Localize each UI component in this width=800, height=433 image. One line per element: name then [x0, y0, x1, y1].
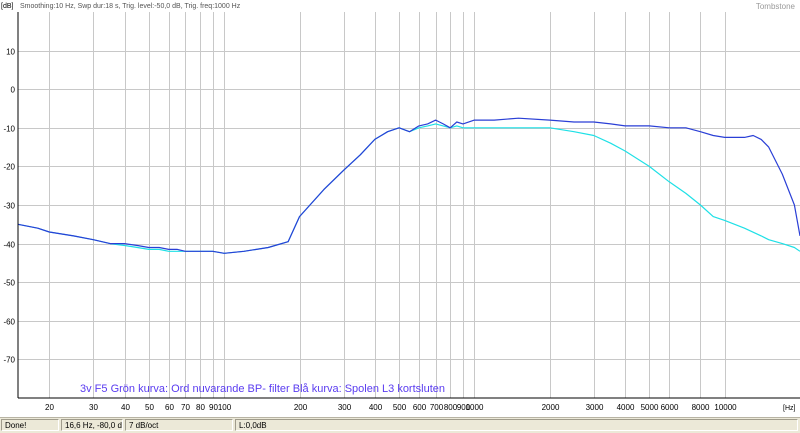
- y-tick-label: -10: [3, 125, 15, 134]
- x-tick-label: 6000: [661, 403, 679, 412]
- status-cursor: 16,6 Hz, -80,0 dB: [61, 419, 123, 431]
- x-tick-label: 8000: [692, 403, 710, 412]
- x-tick-label: 2000: [542, 403, 560, 412]
- x-tick-label: 1000: [466, 403, 484, 412]
- x-tick-label: 40: [121, 403, 130, 412]
- x-tick-label: 80: [196, 403, 205, 412]
- x-tick-label: 800: [444, 403, 458, 412]
- y-tick-label: -30: [3, 202, 15, 211]
- x-tick-label: 400: [369, 403, 383, 412]
- x-tick-label: 10000: [714, 403, 737, 412]
- x-axis-label: [Hz]: [783, 405, 796, 412]
- status-level: L:0,0dB: [235, 419, 798, 431]
- y-tick-label: -60: [3, 318, 15, 327]
- x-tick-label: 500: [393, 403, 407, 412]
- x-tick-label: 600: [413, 403, 427, 412]
- y-tick-label: 0: [11, 86, 16, 95]
- status-bar: Done! 16,6 Hz, -80,0 dB 7 dB/oct L:0,0dB: [0, 417, 800, 433]
- x-tick-label: 5000: [641, 403, 659, 412]
- x-tick-label: 4000: [617, 403, 635, 412]
- y-tick-label: -20: [3, 163, 15, 172]
- x-tick-label: 50: [145, 403, 154, 412]
- frequency-response-chart: 20 30 40 50 60 70 80 90 100 200 300 400 500 600 700 800…: [1, 2, 800, 412]
- status-slope: 7 dB/oct: [125, 419, 233, 431]
- chart-annotation: 3v F5 Grön kurva: Ord nuvarande BP- filt…: [80, 383, 445, 395]
- y-tick-label: -40: [3, 241, 15, 250]
- y-tick-label: -50: [3, 279, 15, 288]
- x-tick-label: 300: [338, 403, 352, 412]
- settings-text: Smoothing:10 Hz, Swp dur:18 s, Trig. lev…: [20, 3, 241, 10]
- y-tick-label: -70: [3, 356, 15, 365]
- x-tick-label: 100: [218, 403, 232, 412]
- x-tick-label: 70: [181, 403, 190, 412]
- x-tick-label: 30: [89, 403, 98, 412]
- y-tick-label: 10: [6, 48, 15, 57]
- x-tick-label: 200: [294, 403, 308, 412]
- x-tick-label: 3000: [586, 403, 604, 412]
- watermark: Tombstone: [756, 2, 796, 11]
- x-tick-label: 700: [430, 403, 444, 412]
- status-state: Done!: [1, 419, 59, 431]
- x-tick-label: 20: [45, 403, 54, 412]
- y-axis-label: [dB]: [1, 3, 14, 10]
- x-tick-label: 60: [165, 403, 174, 412]
